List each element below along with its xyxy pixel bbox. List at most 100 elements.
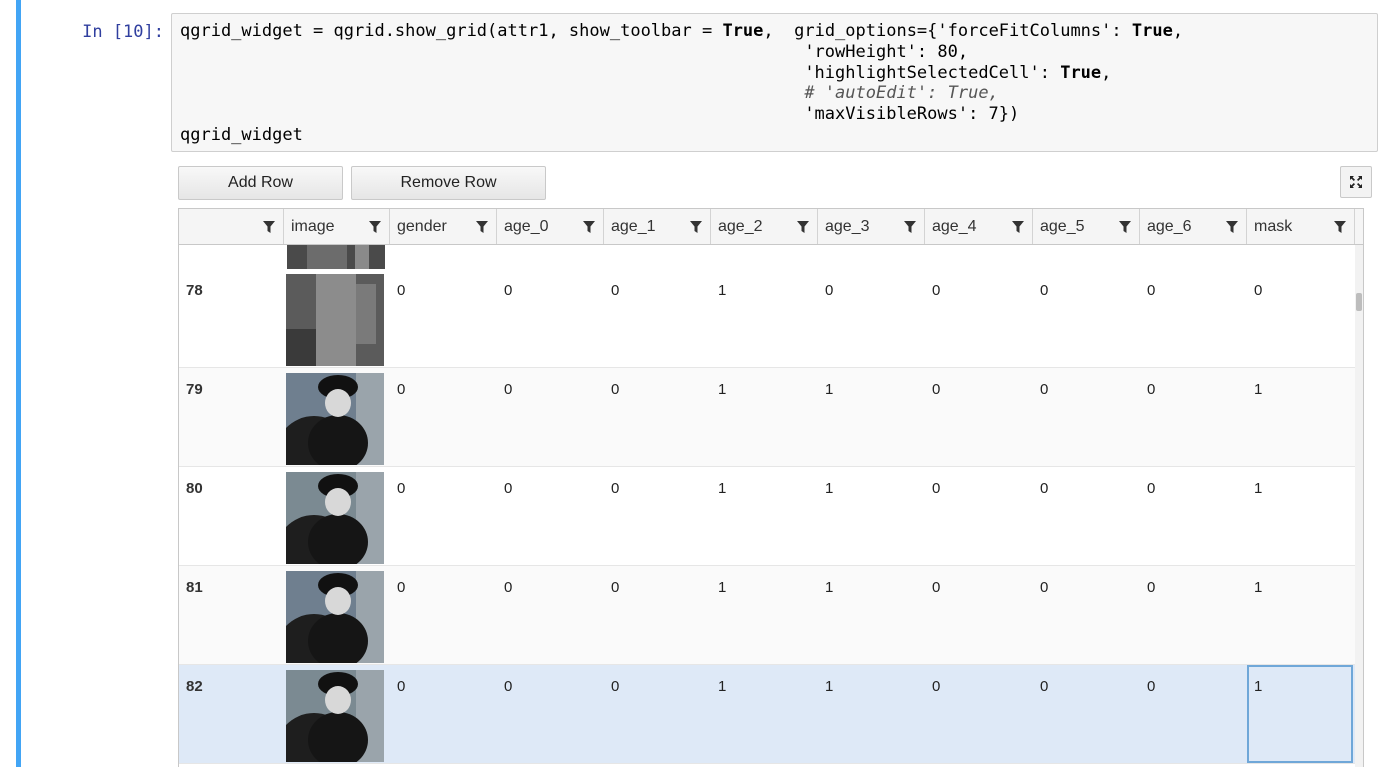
- row-index-cell[interactable]: 80: [179, 467, 284, 565]
- cell-age_5[interactable]: 0: [1033, 665, 1140, 763]
- row-index-cell[interactable]: 81: [179, 566, 284, 664]
- cell-age_2[interactable]: 1: [711, 467, 818, 565]
- cell-age_4[interactable]: 0: [925, 368, 1033, 466]
- cell-age_4[interactable]: 0: [925, 269, 1033, 367]
- column-header-gender[interactable]: gender: [390, 209, 497, 244]
- cell-age_3[interactable]: 0: [818, 269, 925, 367]
- table-row[interactable]: 80 0 0 0 1 1 0 0 0 1: [179, 467, 1359, 566]
- cell-gender[interactable]: 0: [390, 269, 497, 367]
- cell-age_3[interactable]: 1: [818, 467, 925, 565]
- remove-row-button[interactable]: Remove Row: [351, 166, 546, 200]
- code-segment: ,: [1101, 62, 1112, 83]
- cell-age_3[interactable]: 1: [818, 566, 925, 664]
- column-header-image[interactable]: image: [284, 209, 390, 244]
- row-index-cell[interactable]: 78: [179, 269, 284, 367]
- filter-icon[interactable]: [1334, 221, 1346, 234]
- cell-selected-indicator: [16, 0, 21, 767]
- cell-age_2[interactable]: 1: [711, 269, 818, 367]
- cell-age_5[interactable]: 0: [1033, 368, 1140, 466]
- column-header-age_2[interactable]: age_2: [711, 209, 818, 244]
- column-header-label: age_5: [1040, 218, 1085, 235]
- cell-age_1[interactable]: 0: [604, 566, 711, 664]
- filter-icon[interactable]: [476, 221, 488, 234]
- cell-mask[interactable]: 1: [1247, 467, 1355, 565]
- cell-gender[interactable]: 0: [390, 566, 497, 664]
- filter-icon[interactable]: [369, 221, 381, 234]
- cell-age_3[interactable]: 1: [818, 665, 925, 763]
- cell-mask[interactable]: 1: [1247, 566, 1355, 664]
- code-segment: qgrid_widget: [180, 124, 303, 145]
- image-thumbnail: [286, 274, 384, 366]
- cell-age_4[interactable]: 0: [925, 665, 1033, 763]
- cell-gender[interactable]: 0: [390, 467, 497, 565]
- image-thumbnail-partial: [287, 245, 385, 269]
- expand-icon: [1350, 176, 1362, 188]
- column-header-age_1[interactable]: age_1: [604, 209, 711, 244]
- cell-age_5[interactable]: 0: [1033, 269, 1140, 367]
- table-row[interactable]: 82 0 0 0 1 1 0 0 0 1: [179, 665, 1359, 764]
- cell-age_6[interactable]: 0: [1140, 665, 1247, 763]
- column-header-age_5[interactable]: age_5: [1033, 209, 1140, 244]
- cell-age_5[interactable]: 0: [1033, 566, 1140, 664]
- row-index-cell[interactable]: 82: [179, 665, 284, 763]
- cell-age_1[interactable]: 0: [604, 368, 711, 466]
- cell-age_0[interactable]: 0: [497, 665, 604, 763]
- cell-age_2[interactable]: 1: [711, 368, 818, 466]
- cell-age_4[interactable]: 0: [925, 467, 1033, 565]
- cell-age_0[interactable]: 0: [497, 269, 604, 367]
- cell-age_1[interactable]: 0: [604, 467, 711, 565]
- vertical-scrollbar[interactable]: [1355, 245, 1363, 767]
- cell-gender[interactable]: 0: [390, 665, 497, 763]
- cell-age_6[interactable]: 0: [1140, 368, 1247, 466]
- filter-icon[interactable]: [263, 221, 275, 234]
- cell-age_6[interactable]: 0: [1140, 269, 1247, 367]
- column-header-label: age_2: [718, 218, 763, 235]
- cell-age_3[interactable]: 1: [818, 368, 925, 466]
- column-header-age_3[interactable]: age_3: [818, 209, 925, 244]
- add-row-button[interactable]: Add Row: [178, 166, 343, 200]
- filter-icon[interactable]: [583, 221, 595, 234]
- table-row[interactable]: 81 0 0 0 1 1 0 0 0 1: [179, 566, 1359, 665]
- cell-mask[interactable]: 0: [1247, 269, 1355, 367]
- code-segment: 'highlightSelectedCell':: [180, 62, 1061, 83]
- cell-age_1[interactable]: 0: [604, 269, 711, 367]
- image-thumbnail: [286, 373, 384, 465]
- code-comment: # 'autoEdit': True,: [804, 83, 999, 104]
- table-row[interactable]: 78 0 0 0 1 0 0 0 0 0: [179, 269, 1359, 368]
- filter-icon[interactable]: [690, 221, 702, 234]
- cell-mask[interactable]: 1: [1247, 368, 1355, 466]
- column-header-mask[interactable]: mask: [1247, 209, 1355, 244]
- filter-icon[interactable]: [797, 221, 809, 234]
- cell-age_2[interactable]: 1: [711, 665, 818, 763]
- code-segment: 'maxVisibleRows': 7}): [180, 104, 1020, 125]
- cell-age_0[interactable]: 0: [497, 566, 604, 664]
- cell-age_4[interactable]: 0: [925, 566, 1033, 664]
- column-header-index[interactable]: [179, 209, 284, 244]
- column-header-age_6[interactable]: age_6: [1140, 209, 1247, 244]
- cell-age_2[interactable]: 1: [711, 566, 818, 664]
- scrollbar-thumb[interactable]: [1356, 293, 1362, 311]
- cell-gender[interactable]: 0: [390, 368, 497, 466]
- image-thumbnail: [286, 472, 384, 564]
- table-row[interactable]: 79 0 0 0 1 1 0 0 0 1: [179, 368, 1359, 467]
- cell-age_1[interactable]: 0: [604, 665, 711, 763]
- cell-age_0[interactable]: 0: [497, 368, 604, 466]
- fullscreen-button[interactable]: [1340, 166, 1372, 198]
- cell-mask[interactable]: 1: [1247, 665, 1353, 763]
- code-segment: qgrid_widget = qgrid.show_grid(attr1, sh…: [180, 21, 723, 41]
- cell-age_0[interactable]: 0: [497, 467, 604, 565]
- row-index-cell[interactable]: 79: [179, 368, 284, 466]
- code-text[interactable]: qgrid_widget = qgrid.show_grid(attr1, sh…: [172, 14, 1377, 146]
- filter-icon[interactable]: [1119, 221, 1131, 234]
- column-header-age_4[interactable]: age_4: [925, 209, 1033, 244]
- filter-icon[interactable]: [904, 221, 916, 234]
- cell-age_6[interactable]: 0: [1140, 467, 1247, 565]
- filter-icon[interactable]: [1012, 221, 1024, 234]
- code-input[interactable]: qgrid_widget = qgrid.show_grid(attr1, sh…: [171, 13, 1378, 152]
- cell-age_6[interactable]: 0: [1140, 566, 1247, 664]
- code-keyword: True: [1060, 62, 1102, 83]
- grid-body[interactable]: 78 0 0 0 1 0 0 0 0 0 79 0 0 0 1 1 0 0 0 1 80 0 0 0 1 1 0 0 0 1 81 0 0 0 1 1…: [179, 245, 1359, 767]
- column-header-age_0[interactable]: age_0: [497, 209, 604, 244]
- filter-icon[interactable]: [1226, 221, 1238, 234]
- cell-age_5[interactable]: 0: [1033, 467, 1140, 565]
